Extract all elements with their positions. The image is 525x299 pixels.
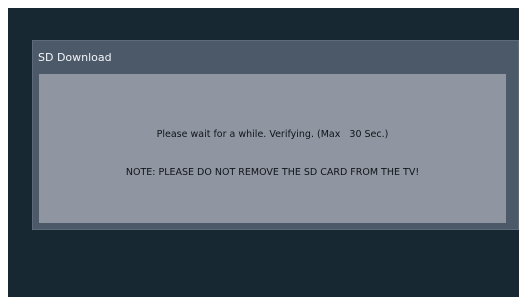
tv-screen: SD Download Please wait for a while. Ver… <box>8 8 519 297</box>
warning-note: NOTE: PLEASE DO NOT REMOVE THE SD CARD F… <box>125 167 420 178</box>
verifying-message: Please wait for a while. Verifying. (Max… <box>156 129 389 140</box>
dialog-body: Please wait for a while. Verifying. (Max… <box>39 74 506 223</box>
dialog-title: SD Download <box>38 51 112 64</box>
sd-download-dialog: SD Download Please wait for a while. Ver… <box>32 40 519 230</box>
